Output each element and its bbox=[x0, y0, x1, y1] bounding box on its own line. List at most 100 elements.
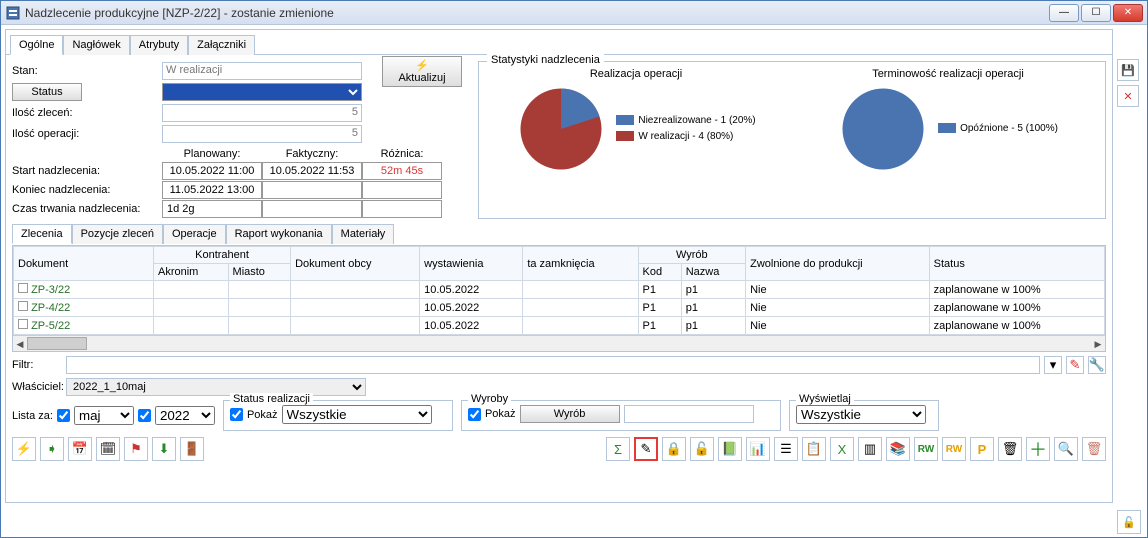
wyrob-input[interactable] bbox=[624, 405, 754, 423]
magnifier-icon[interactable]: 🔍 bbox=[1054, 437, 1078, 461]
edit-highlighted-icon[interactable]: ✎ bbox=[634, 437, 658, 461]
end-fact[interactable] bbox=[262, 181, 362, 199]
rw-green-icon[interactable]: RW bbox=[914, 437, 938, 461]
year-select[interactable]: 2022 bbox=[155, 406, 215, 425]
zlecenia-grid[interactable]: Dokument Kontrahent Dokument obcy wystaw… bbox=[13, 246, 1105, 335]
wyrob-button[interactable]: Wyrób bbox=[520, 405, 620, 423]
subtab-zlecenia[interactable]: Zlecenia bbox=[12, 224, 72, 244]
gantt-icon[interactable]: 📋 bbox=[802, 437, 826, 461]
col-kontrahent[interactable]: Kontrahent bbox=[154, 247, 291, 264]
start-diff bbox=[362, 162, 442, 180]
month-checkbox[interactable] bbox=[57, 409, 70, 422]
start-fact[interactable] bbox=[262, 162, 362, 180]
statusreal-pokaz-checkbox[interactable] bbox=[230, 408, 243, 421]
duration-plan[interactable] bbox=[162, 200, 262, 218]
table-row[interactable]: ZP-4/2210.05.2022P1p1Niezaplanowane w 10… bbox=[14, 299, 1105, 317]
list-color-icon[interactable]: ☰ bbox=[774, 437, 798, 461]
col-zwol[interactable]: Zwolnione do produkcji bbox=[746, 247, 930, 281]
tab-ogolne[interactable]: Ogólne bbox=[10, 35, 63, 55]
arrow-right-icon[interactable]: ➧ bbox=[40, 437, 64, 461]
status-dropdown[interactable] bbox=[162, 83, 362, 101]
ilosc-zlecen-label: Ilość zleceń: bbox=[12, 107, 162, 119]
col-kod[interactable]: Kod bbox=[638, 264, 681, 281]
minimize-button[interactable]: — bbox=[1049, 4, 1079, 22]
subtab-materialy[interactable]: Materiały bbox=[332, 224, 395, 244]
statusreal-select[interactable]: Wszystkie bbox=[282, 405, 432, 424]
lista-za-label: Lista za: bbox=[12, 410, 53, 422]
window-title: Nadzlecenie produkcyjne [NZP-2/22] - zos… bbox=[25, 6, 1049, 20]
save-icon[interactable]: 💾 bbox=[1117, 59, 1139, 81]
flag-red-icon[interactable]: ⚑ bbox=[124, 437, 148, 461]
scroll-left-icon[interactable]: ◀ bbox=[13, 336, 27, 352]
col-wyrob[interactable]: Wyrób bbox=[638, 247, 746, 264]
sub-tabs: Zlecenia Pozycje zleceń Operacje Raport … bbox=[6, 221, 1112, 243]
col-zamk[interactable]: ta zamknięcia bbox=[523, 247, 638, 281]
trash-icon[interactable]: 🗑 bbox=[1082, 437, 1106, 461]
rw-orange-icon[interactable]: RW bbox=[942, 437, 966, 461]
export-icon[interactable]: ⬇ bbox=[152, 437, 176, 461]
duration-label: Czas trwania nadzlecenia: bbox=[12, 200, 162, 218]
start-label: Start nadzlecenia: bbox=[12, 162, 162, 180]
wyroby-pokaz-checkbox[interactable] bbox=[468, 408, 481, 421]
wyswietlaj-select[interactable]: Wszystkie bbox=[796, 405, 926, 424]
plus-icon[interactable]: ＋ bbox=[1026, 437, 1050, 461]
duration-fact[interactable] bbox=[262, 200, 362, 218]
plan-header: Planowany: bbox=[162, 148, 262, 160]
trash-blue-icon[interactable]: 🗑 bbox=[998, 437, 1022, 461]
subtab-pozycje[interactable]: Pozycje zleceń bbox=[72, 224, 163, 244]
subtab-operacje[interactable]: Operacje bbox=[163, 224, 226, 244]
col-miasto[interactable]: Miasto bbox=[228, 264, 291, 281]
subtab-raport[interactable]: Raport wykonania bbox=[226, 224, 332, 244]
statusreal-legend: Status realizacji bbox=[230, 393, 313, 405]
end-plan[interactable] bbox=[162, 181, 262, 199]
tab-naglowek[interactable]: Nagłówek bbox=[63, 35, 129, 55]
ilosc-zlecen-value: 5 bbox=[162, 104, 362, 122]
filter-edit-icon[interactable]: ✎ bbox=[1066, 356, 1084, 374]
excel-icon[interactable]: X bbox=[830, 437, 854, 461]
filter-dropdown-icon[interactable]: ▾ bbox=[1044, 356, 1062, 374]
scroll-thumb[interactable] bbox=[27, 337, 87, 350]
doc-green-icon[interactable]: 📗 bbox=[718, 437, 742, 461]
tab-zalaczniki[interactable]: Załączniki bbox=[188, 35, 255, 55]
year-checkbox[interactable] bbox=[138, 409, 151, 422]
lightning-icon[interactable]: ⚡ bbox=[12, 437, 36, 461]
lock-green-icon[interactable]: 🔒 bbox=[662, 437, 686, 461]
door-icon[interactable]: 🚪 bbox=[180, 437, 204, 461]
calendar-icon[interactable]: 🗓 bbox=[96, 437, 120, 461]
start-plan[interactable] bbox=[162, 162, 262, 180]
stats-legend: Statystyki nadzlecenia bbox=[487, 54, 604, 66]
grid-scrollbar[interactable]: ◀ ▶ bbox=[13, 335, 1105, 351]
maximize-button[interactable]: ☐ bbox=[1081, 4, 1111, 22]
pie-chart-terminowosc bbox=[838, 84, 928, 174]
lock-open-icon[interactable]: 🔓 bbox=[690, 437, 714, 461]
chart-icon[interactable]: 📊 bbox=[746, 437, 770, 461]
plan-icon[interactable]: 📅 bbox=[68, 437, 92, 461]
status-button[interactable]: Status bbox=[12, 83, 82, 101]
tab-atrybuty[interactable]: Atrybuty bbox=[130, 35, 188, 55]
filter-settings-icon[interactable]: 🔧 bbox=[1088, 356, 1106, 374]
fact-header: Faktyczny: bbox=[262, 148, 362, 160]
col-nazwa[interactable]: Nazwa bbox=[681, 264, 745, 281]
books-icon[interactable]: 📚 bbox=[886, 437, 910, 461]
owner-select[interactable]: 2022_1_10maj bbox=[66, 378, 366, 396]
lock-panel-icon[interactable]: 🔓 bbox=[1117, 510, 1141, 534]
aktualizuj-button[interactable]: ⚡ Aktualizuj bbox=[382, 56, 462, 87]
scroll-right-icon[interactable]: ▶ bbox=[1091, 336, 1105, 352]
columns-icon[interactable]: ▥ bbox=[858, 437, 882, 461]
filter-input[interactable] bbox=[66, 356, 1040, 374]
table-row[interactable]: ZP-5/2210.05.2022P1p1Niezaplanowane w 10… bbox=[14, 317, 1105, 335]
close-button[interactable]: ✕ bbox=[1113, 4, 1143, 22]
owner-label: Właściciel: bbox=[12, 381, 62, 393]
col-dokument[interactable]: Dokument bbox=[14, 247, 154, 281]
sigma-icon[interactable]: Σ bbox=[606, 437, 630, 461]
col-obcy[interactable]: Dokument obcy bbox=[291, 247, 420, 281]
stan-label: Stan: bbox=[12, 65, 162, 77]
wyroby-pokaz-label: Pokaż bbox=[485, 408, 516, 420]
col-akronim[interactable]: Akronim bbox=[154, 264, 229, 281]
cancel-icon[interactable]: ✕ bbox=[1117, 85, 1139, 107]
table-row[interactable]: ZP-3/2210.05.2022P1p1Niezaplanowane w 10… bbox=[14, 281, 1105, 299]
month-select[interactable]: maj bbox=[74, 406, 134, 425]
col-wyst[interactable]: wystawienia bbox=[420, 247, 523, 281]
p-icon[interactable]: P bbox=[970, 437, 994, 461]
col-status[interactable]: Status bbox=[929, 247, 1104, 281]
